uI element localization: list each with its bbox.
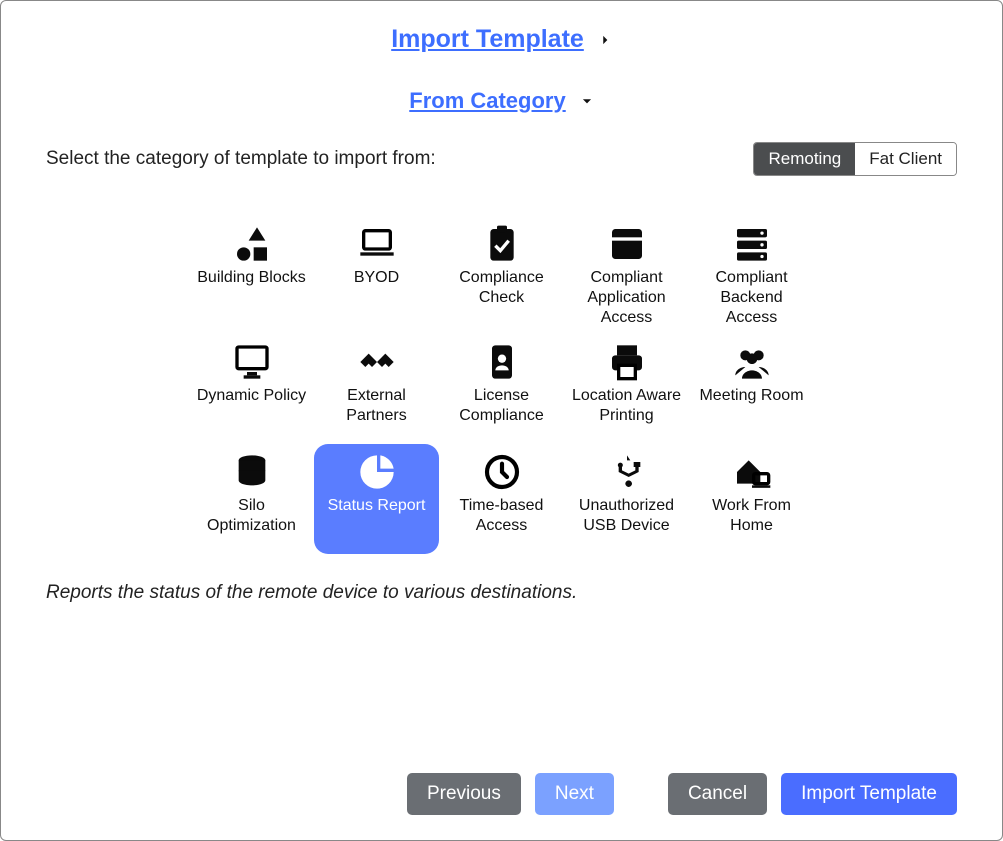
category-license-compliance[interactable]: License Compliance [439, 334, 564, 444]
category-label: BYOD [354, 268, 399, 288]
category-label: Unauthorized USB Device [568, 496, 685, 536]
cancel-button[interactable]: Cancel [668, 773, 767, 815]
category-label: Meeting Room [699, 386, 803, 406]
category-label: External Partners [318, 386, 435, 426]
category-meeting-room[interactable]: Meeting Room [689, 334, 814, 444]
id-badge-icon [482, 342, 522, 382]
category-label: Location Aware Printing [568, 386, 685, 426]
category-location-aware-printing[interactable]: Location Aware Printing [564, 334, 689, 444]
clipboard-check-icon [482, 224, 522, 264]
database-icon [232, 452, 272, 492]
laptop-icon [357, 224, 397, 264]
previous-button[interactable]: Previous [407, 773, 521, 815]
category-building-blocks[interactable]: Building Blocks [189, 216, 314, 334]
import-template-title: Import Template [391, 25, 584, 54]
window-max-icon [607, 224, 647, 264]
category-label: License Compliance [443, 386, 560, 426]
category-compliant-application-access[interactable]: Compliant Application Access [564, 216, 689, 334]
usb-icon [607, 452, 647, 492]
category-label: Building Blocks [197, 268, 306, 288]
category-label: Silo Optimization [193, 496, 310, 536]
import-template-modal: Import Template From Category Select the… [1, 1, 1002, 840]
users-icon [732, 342, 772, 382]
category-label: Work From Home [693, 496, 810, 536]
category-label: Time-based Access [443, 496, 560, 536]
next-button[interactable]: Next [535, 773, 614, 815]
category-compliant-backend-access[interactable]: Compliant Backend Access [689, 216, 814, 334]
toggle-fat-client[interactable]: Fat Client [855, 143, 956, 175]
heading-import-template[interactable]: Import Template [46, 25, 957, 54]
category-dynamic-policy[interactable]: Dynamic Policy [189, 334, 314, 444]
handshake-icon [357, 342, 397, 382]
printer-icon [607, 342, 647, 382]
category-status-report[interactable]: Status Report [314, 444, 439, 554]
category-unauthorized-usb-device[interactable]: Unauthorized USB Device [564, 444, 689, 554]
category-label: Status Report [328, 496, 426, 516]
category-label: Compliance Check [443, 268, 560, 308]
category-external-partners[interactable]: External Partners [314, 334, 439, 444]
category-byod[interactable]: BYOD [314, 216, 439, 334]
client-type-toggle: Remoting Fat Client [753, 142, 957, 176]
category-compliance-check[interactable]: Compliance Check [439, 216, 564, 334]
clock-icon [482, 452, 522, 492]
pie-icon [357, 452, 397, 492]
subtitle-text: Select the category of template to impor… [46, 148, 436, 170]
category-work-from-home[interactable]: Work From Home [689, 444, 814, 554]
chevron-right-icon [598, 33, 612, 47]
category-time-based-access[interactable]: Time-based Access [439, 444, 564, 554]
chevron-down-icon [580, 94, 594, 108]
from-category-title: From Category [409, 88, 565, 114]
house-laptop-icon [732, 452, 772, 492]
category-description: Reports the status of the remote device … [46, 582, 957, 604]
server-icon [732, 224, 772, 264]
category-grid: Building BlocksBYODCompliance CheckCompl… [189, 216, 814, 554]
category-label: Compliant Application Access [568, 268, 685, 328]
category-silo-optimization[interactable]: Silo Optimization [189, 444, 314, 554]
toggle-remoting[interactable]: Remoting [754, 143, 855, 175]
modal-footer: Previous Next Cancel Import Template [46, 753, 957, 815]
import-template-button[interactable]: Import Template [781, 773, 957, 815]
heading-from-category[interactable]: From Category [46, 88, 957, 114]
category-label: Dynamic Policy [197, 386, 306, 406]
monitor-icon [232, 342, 272, 382]
shapes-icon [232, 224, 272, 264]
category-label: Compliant Backend Access [693, 268, 810, 328]
